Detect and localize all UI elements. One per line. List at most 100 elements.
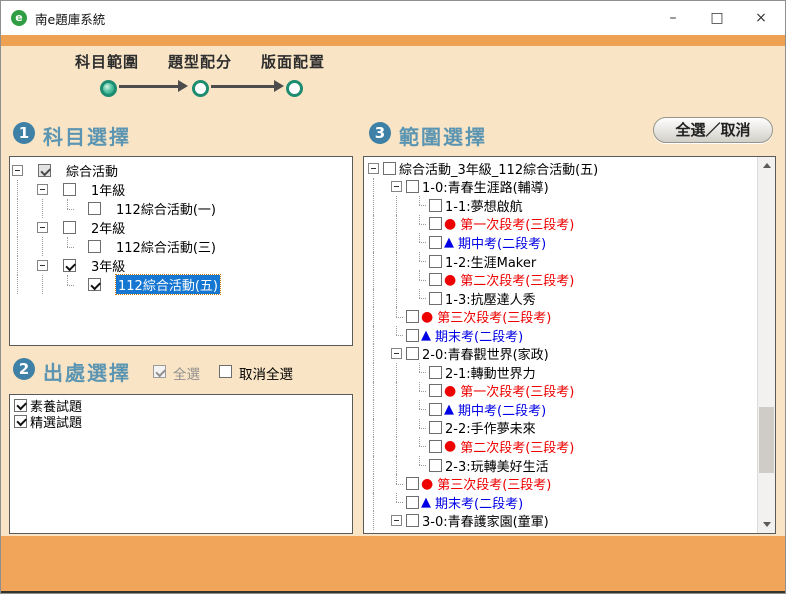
- tree-connector: [414, 437, 427, 456]
- tree-expander-minus-icon[interactable]: [37, 180, 50, 199]
- tree-checkbox[interactable]: [406, 310, 419, 323]
- tree-checkbox[interactable]: [429, 217, 442, 230]
- tree-item-label: 期中考(二段考): [458, 233, 546, 252]
- tree-checkbox[interactable]: [429, 459, 442, 472]
- tree-row[interactable]: 112綜合活動(一): [12, 199, 352, 218]
- tree-row[interactable]: 綜合活動: [12, 161, 352, 180]
- tree-row[interactable]: 1-0:青春生涯路(輔導): [368, 178, 758, 197]
- tree-checkbox[interactable]: [429, 384, 442, 397]
- tree-connector: [391, 307, 404, 326]
- tree-row[interactable]: 綜合活動_3年級_112綜合活動(五): [368, 159, 758, 178]
- source-list-item[interactable]: 精選試題: [14, 413, 352, 429]
- tree-rail: [368, 252, 391, 271]
- tree-row[interactable]: ▲期末考(二段考): [368, 326, 758, 345]
- tree-checkbox[interactable]: [429, 199, 442, 212]
- tree-expander-minus-icon[interactable]: [12, 161, 25, 180]
- tree-rail: [368, 419, 391, 438]
- tree-checkbox[interactable]: [383, 162, 396, 175]
- tree-checkbox[interactable]: [38, 164, 51, 177]
- tree-expander-minus-icon[interactable]: [37, 218, 50, 237]
- tree-checkbox[interactable]: [406, 477, 419, 490]
- panel3-number-badge: 3: [369, 122, 391, 144]
- tree-rail: [12, 218, 37, 237]
- tree-row[interactable]: ●第二次段考(三段考): [368, 437, 758, 456]
- tree-row[interactable]: 2-2:手作夢未來: [368, 419, 758, 438]
- tree-row[interactable]: 3年級: [12, 256, 352, 275]
- tree-row[interactable]: 2-1:轉動世界力: [368, 363, 758, 382]
- tree-row[interactable]: ●第二次段考(三段考): [368, 270, 758, 289]
- tree-checkbox[interactable]: [406, 496, 419, 509]
- tree-checkbox[interactable]: [88, 278, 101, 291]
- tree-expander-minus-icon[interactable]: [368, 159, 381, 178]
- select-all-toggle-button[interactable]: 全選／取消: [653, 117, 773, 143]
- tree-rail: [12, 237, 37, 256]
- tree-row[interactable]: ●第三次段考(三段考): [368, 307, 758, 326]
- tree-item-label: 第三次段考(三段考): [437, 474, 551, 493]
- tree-checkbox[interactable]: [429, 440, 442, 453]
- tree-connector: [62, 199, 75, 218]
- tree-item-label: 期末考(二段考): [435, 493, 523, 512]
- step-circle-icon: [192, 80, 209, 97]
- tree-connector: [414, 196, 427, 215]
- title-bar: e 南e題庫系統 – □ ×: [1, 1, 785, 35]
- tree-row[interactable]: ●第三次段考(三段考): [368, 474, 758, 493]
- source-item-checkbox[interactable]: [14, 399, 27, 412]
- tree-checkbox[interactable]: [429, 292, 442, 305]
- tree-row[interactable]: ▲期中考(二段考): [368, 400, 758, 419]
- tree-row[interactable]: ●第一次段考(三段考): [368, 382, 758, 401]
- deselect-all-checkbox[interactable]: [219, 365, 232, 378]
- step-label-subject-range: 科目範圍: [75, 51, 139, 72]
- tree-row[interactable]: 1-3:抗壓達人秀: [368, 289, 758, 308]
- tree-checkbox[interactable]: [406, 180, 419, 193]
- triangle-marker-icon: ▲: [444, 236, 454, 249]
- tree-checkbox[interactable]: [429, 366, 442, 379]
- step-label-layout: 版面配置: [261, 51, 325, 72]
- select-all-checkbox[interactable]: [153, 365, 166, 378]
- tree-checkbox[interactable]: [429, 255, 442, 268]
- tree-checkbox[interactable]: [88, 240, 101, 253]
- tree-rail: [391, 456, 414, 475]
- tree-checkbox[interactable]: [429, 421, 442, 434]
- scrollbar[interactable]: [757, 157, 775, 533]
- minimize-button[interactable]: –: [651, 1, 695, 35]
- close-button[interactable]: ×: [739, 1, 783, 35]
- tree-row[interactable]: 112綜合活動(三): [12, 237, 352, 256]
- scrollbar-thumb[interactable]: [759, 407, 774, 473]
- source-item-checkbox[interactable]: [14, 415, 27, 428]
- step-label-question-type: 題型配分: [168, 51, 232, 72]
- tree-row[interactable]: 2年級: [12, 218, 352, 237]
- tree-row[interactable]: ●第一次段考(三段考): [368, 215, 758, 234]
- tree-row[interactable]: 2-0:青春觀世界(家政): [368, 344, 758, 363]
- tree-checkbox[interactable]: [63, 183, 76, 196]
- tree-checkbox[interactable]: [406, 347, 419, 360]
- scroll-down-button[interactable]: [758, 516, 775, 533]
- tree-row[interactable]: 1年級: [12, 180, 352, 199]
- tree-expander-minus-icon[interactable]: [391, 344, 404, 363]
- tree-checkbox[interactable]: [429, 273, 442, 286]
- tree-row[interactable]: 1-2:生涯Maker: [368, 252, 758, 271]
- tree-expander-minus-icon[interactable]: [391, 178, 404, 197]
- tree-item-label: 1-0:青春生涯路(輔導): [422, 177, 549, 196]
- tree-row[interactable]: ▲期末考(二段考): [368, 493, 758, 512]
- tree-checkbox[interactable]: [63, 259, 76, 272]
- maximize-button[interactable]: □: [695, 1, 739, 35]
- tree-checkbox[interactable]: [406, 514, 419, 527]
- range-tree-panel: 綜合活動_3年級_112綜合活動(五)1-0:青春生涯路(輔導)1-1:夢想啟航…: [363, 156, 776, 534]
- tree-rail: [368, 196, 391, 215]
- tree-expander-minus-icon[interactable]: [391, 511, 404, 530]
- tree-rail: [37, 199, 62, 218]
- tree-row[interactable]: 112綜合活動(五): [12, 275, 352, 294]
- tree-row[interactable]: 3-0:青春護家園(童軍): [368, 511, 758, 530]
- scroll-up-button[interactable]: [758, 157, 775, 174]
- scroll-down-arrow-icon: [763, 522, 771, 527]
- tree-checkbox[interactable]: [406, 329, 419, 342]
- tree-expander-minus-icon[interactable]: [37, 256, 50, 275]
- tree-row[interactable]: ▲ 期中考(二段考): [368, 233, 758, 252]
- tree-row[interactable]: 1-1:夢想啟航: [368, 196, 758, 215]
- tree-checkbox[interactable]: [63, 221, 76, 234]
- tree-checkbox[interactable]: [429, 403, 442, 416]
- tree-row[interactable]: 2-3:玩轉美好生活: [368, 456, 758, 475]
- tree-checkbox[interactable]: [429, 236, 442, 249]
- tree-checkbox[interactable]: [88, 202, 101, 215]
- tree-rail: [368, 474, 391, 493]
